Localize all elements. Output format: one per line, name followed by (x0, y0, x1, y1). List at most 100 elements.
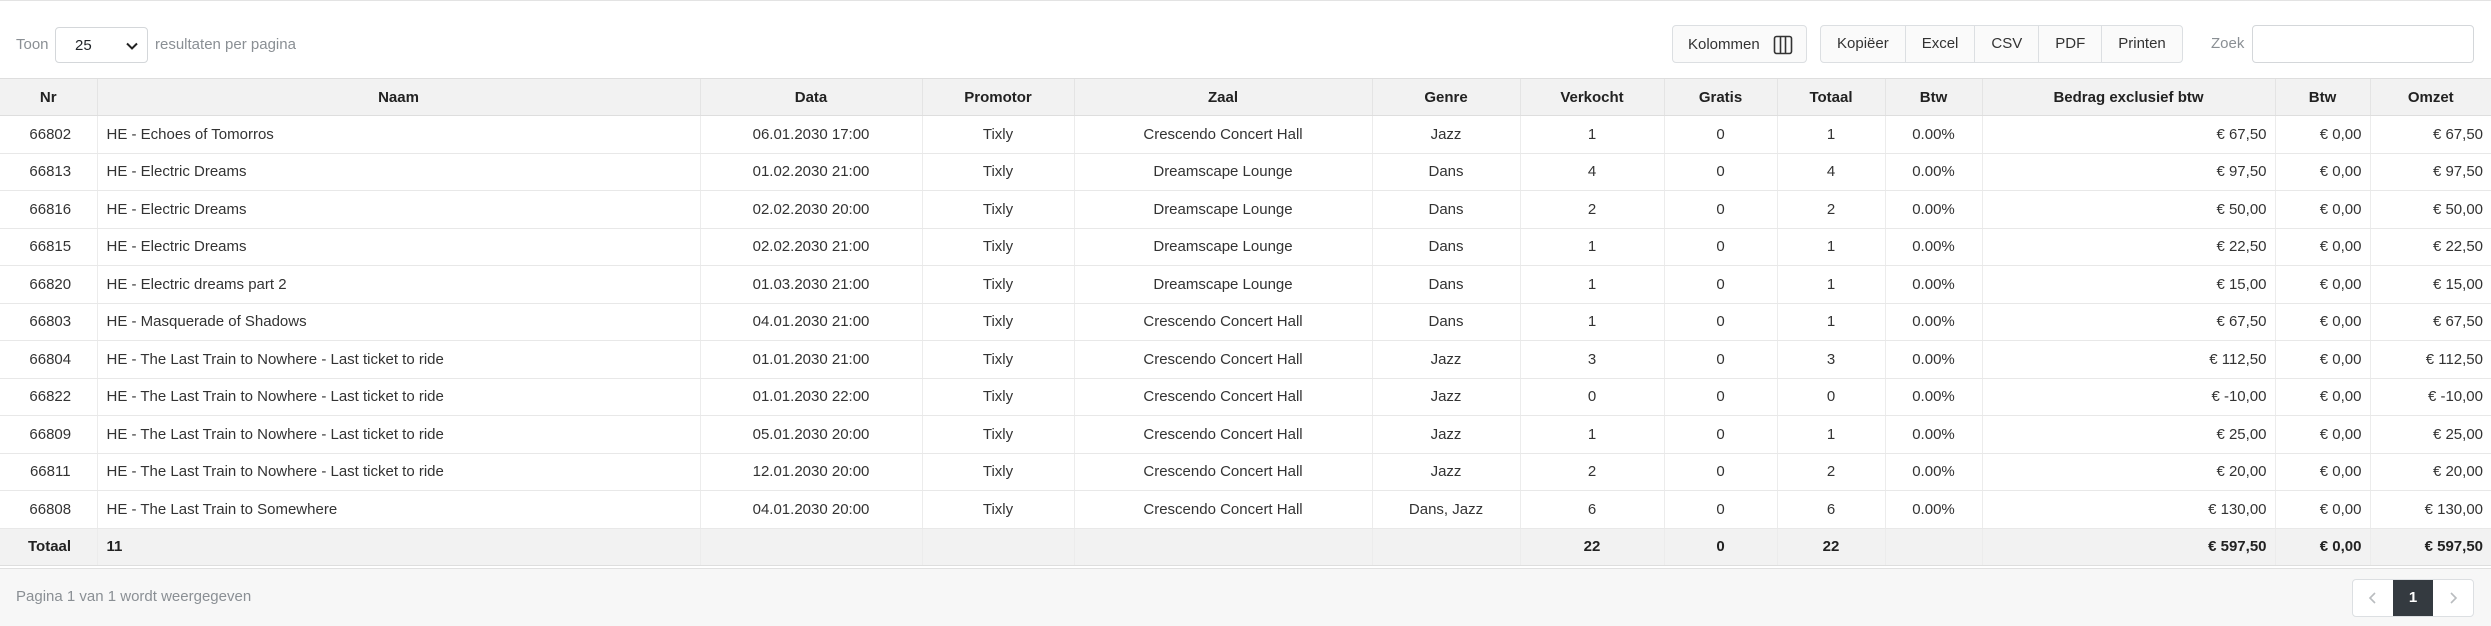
cell-genre: Jazz (1371, 340, 1520, 379)
cell-naam: HE - The Last Train to Nowhere - Last ti… (96, 340, 700, 379)
excel-button[interactable]: Excel (1906, 26, 1976, 62)
cell-naam: HE - Electric dreams part 2 (96, 265, 700, 304)
cell-btw-pct: 0.00% (1884, 490, 1982, 529)
search-input[interactable] (2252, 25, 2474, 63)
column-header-bedrag-excl-btw[interactable]: Bedrag exclusief btw (1981, 78, 2275, 116)
cell-promotor: Tixly (921, 228, 1074, 266)
cell-btw-amount: € 0,00 (2274, 378, 2370, 416)
page-length-select[interactable]: 25 (55, 27, 148, 63)
cell-zaal: Crescendo Concert Hall (1073, 340, 1372, 379)
total-zaal (1073, 528, 1372, 566)
cell-gratis: 0 (1663, 228, 1777, 266)
cell-btw-pct: 0.00% (1884, 228, 1982, 266)
cell-btw-amount: € 0,00 (2274, 303, 2370, 341)
chevron-right-icon (2450, 592, 2458, 604)
cell-bedrag-excl-btw: € 22,50 (1981, 228, 2275, 266)
cell-gratis: 0 (1663, 303, 1777, 341)
cell-bedrag-excl-btw: € 25,00 (1981, 415, 2275, 454)
cell-genre: Jazz (1371, 115, 1520, 154)
columns-button[interactable]: Kolommen (1672, 25, 1807, 63)
cell-verkocht: 1 (1519, 415, 1664, 454)
column-header-genre[interactable]: Genre (1371, 78, 1520, 116)
cell-btw-pct: 0.00% (1884, 415, 1982, 454)
cell-promotor: Tixly (921, 115, 1074, 154)
cell-zaal: Crescendo Concert Hall (1073, 415, 1372, 454)
column-header-omzet[interactable]: Omzet (2369, 78, 2491, 116)
column-header-zaal[interactable]: Zaal (1073, 78, 1372, 116)
total-btw-pct (1884, 528, 1982, 566)
cell-gratis: 0 (1663, 378, 1777, 416)
cell-totaal: 2 (1776, 453, 1885, 491)
table-row[interactable]: 66822 HE - The Last Train to Nowhere - La… (0, 378, 2491, 416)
cell-data: 02.02.2030 20:00 (699, 190, 922, 229)
cell-omzet: € 130,00 (2369, 490, 2491, 529)
table-row[interactable]: 66808 HE - The Last Train to Somewhere 04.… (0, 490, 2491, 529)
cell-omzet: € 112,50 (2369, 340, 2491, 379)
cell-nr: 66815 (0, 228, 97, 266)
next-page-button[interactable] (2433, 580, 2473, 616)
table-info: Pagina 1 van 1 wordt weergegeven (16, 588, 252, 605)
table-row[interactable]: 66802 HE - Echoes of Tomorros 06.01.2030 1… (0, 115, 2491, 154)
cell-omzet: € -10,00 (2369, 378, 2491, 416)
cell-naam: HE - Masquerade of Shadows (96, 303, 700, 341)
column-header-data[interactable]: Data (699, 78, 922, 116)
previous-page-button[interactable] (2353, 580, 2393, 616)
cell-nr: 66813 (0, 153, 97, 191)
cell-data: 06.01.2030 17:00 (699, 115, 922, 154)
pdf-button[interactable]: PDF (2039, 26, 2103, 62)
copy-button[interactable]: Kopiëer (1821, 26, 1906, 62)
table-row[interactable]: 66811 HE - The Last Train to Nowhere - La… (0, 453, 2491, 491)
cell-naam: HE - The Last Train to Nowhere - Last ti… (96, 453, 700, 491)
cell-totaal: 1 (1776, 115, 1885, 154)
column-header-naam[interactable]: Naam (96, 78, 700, 116)
column-header-verkocht[interactable]: Verkocht (1519, 78, 1664, 116)
column-header-gratis[interactable]: Gratis (1663, 78, 1777, 116)
cell-gratis: 0 (1663, 115, 1777, 154)
cell-promotor: Tixly (921, 340, 1074, 379)
column-header-promotor[interactable]: Promotor (921, 78, 1074, 116)
column-header-btw-amount[interactable]: Btw (2274, 78, 2370, 116)
cell-genre: Dans (1371, 153, 1520, 191)
column-header-nr[interactable]: Nr (0, 78, 97, 116)
cell-genre: Jazz (1371, 453, 1520, 491)
cell-verkocht: 2 (1519, 453, 1664, 491)
cell-nr: 66809 (0, 415, 97, 454)
cell-naam: HE - Electric Dreams (96, 190, 700, 229)
cell-totaal: 1 (1776, 228, 1885, 266)
cell-verkocht: 2 (1519, 190, 1664, 229)
table-row[interactable]: 66820 HE - Electric dreams part 2 01.03.20… (0, 265, 2491, 304)
cell-bedrag-excl-btw: € 15,00 (1981, 265, 2275, 304)
cell-naam: HE - The Last Train to Nowhere - Last ti… (96, 378, 700, 416)
cell-zaal: Dreamscape Lounge (1073, 228, 1372, 266)
cell-gratis: 0 (1663, 340, 1777, 379)
cell-omzet: € 97,50 (2369, 153, 2491, 191)
total-data (699, 528, 922, 566)
cell-omzet: € 67,50 (2369, 115, 2491, 154)
table-row[interactable]: 66816 HE - Electric Dreams 02.02.2030 20:0… (0, 190, 2491, 229)
cell-verkocht: 4 (1519, 153, 1664, 191)
cell-naam: HE - Echoes of Tomorros (96, 115, 700, 154)
cell-data: 01.01.2030 21:00 (699, 340, 922, 379)
cell-nr: 66803 (0, 303, 97, 341)
print-button[interactable]: Printen (2102, 26, 2182, 62)
cell-promotor: Tixly (921, 415, 1074, 454)
cell-btw-pct: 0.00% (1884, 340, 1982, 379)
column-header-btw-pct[interactable]: Btw (1884, 78, 1982, 116)
table-row[interactable]: 66809 HE - The Last Train to Nowhere - La… (0, 415, 2491, 454)
cell-verkocht: 1 (1519, 265, 1664, 304)
table-footer (0, 568, 2491, 626)
cell-data: 05.01.2030 20:00 (699, 415, 922, 454)
cell-genre: Jazz (1371, 415, 1520, 454)
table-row[interactable]: 66813 HE - Electric Dreams 01.02.2030 21:0… (0, 153, 2491, 191)
cell-btw-amount: € 0,00 (2274, 453, 2370, 491)
table-row[interactable]: 66804 HE - The Last Train to Nowhere - La… (0, 340, 2491, 379)
table-row[interactable]: 66815 HE - Electric Dreams 02.02.2030 21:0… (0, 228, 2491, 266)
page-button-current[interactable]: 1 (2393, 580, 2433, 616)
csv-button[interactable]: CSV (1975, 26, 2040, 62)
cell-genre: Dans (1371, 190, 1520, 229)
cell-data: 02.02.2030 21:00 (699, 228, 922, 266)
cell-omzet: € 67,50 (2369, 303, 2491, 341)
cell-omzet: € 50,00 (2369, 190, 2491, 229)
table-row[interactable]: 66803 HE - Masquerade of Shadows 04.01.203… (0, 303, 2491, 341)
column-header-totaal[interactable]: Totaal (1776, 78, 1885, 116)
